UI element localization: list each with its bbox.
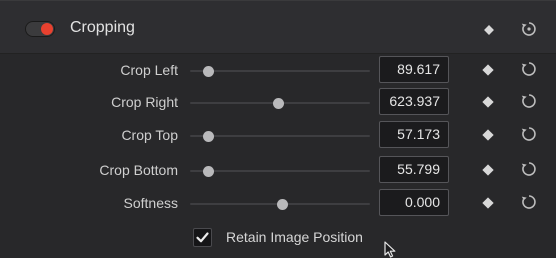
- reset-icon[interactable]: [520, 193, 538, 211]
- mouse-pointer-icon: [384, 241, 396, 258]
- keyframe-diamond-icon[interactable]: [482, 64, 494, 76]
- reset-icon[interactable]: [520, 20, 538, 38]
- crop-left-value-field[interactable]: 89.617: [379, 56, 449, 83]
- crop-left-slider[interactable]: [190, 66, 370, 77]
- softness-value-field[interactable]: 0.000: [379, 189, 449, 216]
- crop-bottom-value-field[interactable]: 55.799: [379, 156, 449, 183]
- control-label: Crop Top: [121, 127, 178, 143]
- crop-top-value-field[interactable]: 57.173: [379, 121, 449, 148]
- slider-thumb[interactable]: [203, 166, 214, 177]
- control-row-crop-right: Crop Right 623.937: [0, 88, 556, 118]
- toggle-knob: [41, 23, 53, 35]
- control-row-softness: Softness 0.000: [0, 189, 556, 219]
- retain-image-position-checkbox[interactable]: [193, 228, 212, 247]
- keyframe-diamond-icon[interactable]: [484, 25, 494, 35]
- inspector-panel: Cropping Crop Left 89.617 Crop Right 623…: [0, 0, 556, 258]
- section-title: Cropping: [70, 19, 135, 36]
- control-label: Crop Bottom: [99, 162, 178, 178]
- slider-thumb[interactable]: [276, 199, 288, 210]
- crop-right-slider[interactable]: [190, 98, 370, 109]
- control-label: Crop Left: [120, 62, 178, 78]
- control-row-crop-top: Crop Top 57.173: [0, 121, 556, 151]
- control-label: Softness: [123, 195, 178, 211]
- crop-right-value-field[interactable]: 623.937: [379, 88, 449, 115]
- slider-thumb[interactable]: [203, 66, 214, 77]
- checkmark-icon: [196, 232, 209, 243]
- retain-image-position-label: Retain Image Position: [226, 229, 363, 245]
- keyframe-diamond-icon[interactable]: [482, 164, 494, 176]
- keyframe-diamond-icon[interactable]: [482, 197, 494, 209]
- crop-bottom-slider[interactable]: [190, 166, 370, 177]
- keyframe-diamond-icon[interactable]: [482, 129, 494, 141]
- slider-thumb[interactable]: [203, 131, 214, 142]
- control-row-crop-left: Crop Left 89.617: [0, 56, 556, 86]
- control-label: Crop Right: [111, 94, 178, 110]
- keyframe-diamond-icon[interactable]: [482, 96, 494, 108]
- control-row-crop-bottom: Crop Bottom 55.799: [0, 156, 556, 186]
- slider-thumb[interactable]: [273, 98, 285, 109]
- softness-slider[interactable]: [190, 199, 370, 210]
- section-header: Cropping: [0, 1, 556, 54]
- reset-icon[interactable]: [520, 125, 538, 143]
- cropping-enable-toggle[interactable]: [25, 21, 55, 37]
- reset-icon[interactable]: [520, 160, 538, 178]
- reset-icon[interactable]: [520, 92, 538, 110]
- crop-top-slider[interactable]: [190, 131, 370, 142]
- reset-icon[interactable]: [520, 60, 538, 78]
